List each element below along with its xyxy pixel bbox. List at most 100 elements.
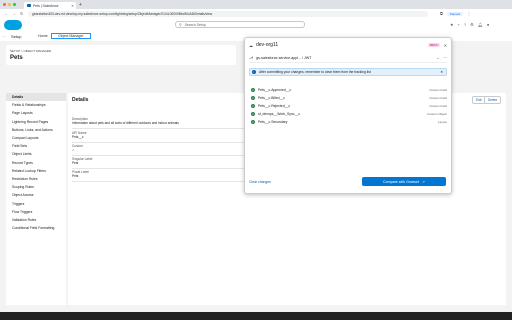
- change-name: Pets__c.Billed__c: [258, 96, 285, 100]
- custom-field: Custom ✓: [72, 144, 83, 152]
- info-icon: i: [252, 70, 256, 74]
- change-type: Custom Field: [429, 88, 447, 92]
- maximize-window-icon[interactable]: [13, 3, 16, 6]
- branch-icon: ⎇: [249, 56, 254, 60]
- sidebar-item[interactable]: Object Limits: [6, 150, 66, 158]
- sidebar-item[interactable]: Record Types: [6, 159, 66, 167]
- star-icon[interactable]: ★: [450, 22, 454, 27]
- sidebar-item[interactable]: Related Lookup Filters: [6, 167, 66, 175]
- app-name: Setup: [11, 34, 22, 39]
- description-value: Information about pets and all sorts of …: [72, 121, 179, 125]
- sidebar-item[interactable]: Validation Rules: [6, 216, 66, 224]
- salesforce-favicon-icon: [27, 4, 31, 7]
- more-icon[interactable]: ⋯: [443, 56, 447, 60]
- forward-icon[interactable]: →: [12, 11, 16, 16]
- reload-icon[interactable]: ↻: [20, 11, 23, 16]
- change-name: sf_devops__Work_Sync__c: [258, 112, 300, 116]
- tracked-check-icon: ✓: [251, 120, 255, 124]
- section-title: Details: [72, 97, 89, 103]
- extension-popup: ☁ dev-org11 BETA ✕ ⎇ gs-salesforce-servi…: [244, 37, 452, 194]
- org-cloud-icon: ☁: [249, 42, 253, 48]
- change-row[interactable]: ✓ sf_devops__Work_Sync__c Custom Object: [249, 110, 447, 118]
- branch-selector[interactable]: ⎇ gs-salesforce-service-appl... / JWT ⌄ …: [249, 54, 447, 63]
- sidebar-item[interactable]: Details: [6, 93, 66, 102]
- singular-value: Pets: [72, 161, 79, 165]
- description-field: Description Information about pets and a…: [72, 117, 179, 125]
- browser-tab[interactable]: Pets | Salesforce ✕: [24, 2, 76, 9]
- sidebar-item[interactable]: Fields & Relationships: [6, 101, 66, 109]
- app-launcher-icon[interactable]: ⋯: [2, 34, 6, 39]
- info-banner: i After committing your changes, remembe…: [249, 68, 447, 76]
- sidebar-item[interactable]: Page Layouts: [6, 109, 66, 117]
- change-name: Pets__c.Rejected__c: [258, 104, 291, 108]
- setup-search-input[interactable]: ⚲ Search Setup: [175, 21, 305, 28]
- tab-title: Pets | Salesforce: [33, 3, 59, 8]
- avatar[interactable]: ●: [487, 22, 489, 27]
- close-window-icon[interactable]: [3, 3, 6, 6]
- help-icon[interactable]: ?: [464, 22, 466, 27]
- profile-button[interactable]: Paused: [446, 11, 464, 16]
- sidebar-item[interactable]: Lightning Record Pages: [6, 118, 66, 126]
- change-row[interactable]: ✓ Pets__c.Billed__c Custom Field: [249, 94, 447, 102]
- plural-label-field: Plural Label Pets: [72, 170, 89, 178]
- page-header: SETUP > OBJECT MANAGER Pets: [6, 45, 236, 65]
- salesforce-logo[interactable]: [4, 20, 22, 30]
- object-sidebar: Details Fields & Relationships Page Layout…: [6, 93, 66, 305]
- compare-button[interactable]: Compare with Gearset ↗: [362, 177, 446, 186]
- sidebar-item[interactable]: Flow Triggers: [6, 208, 66, 216]
- sidebar-item[interactable]: Field Sets: [6, 142, 66, 150]
- sidebar-item[interactable]: Restriction Rules: [6, 175, 66, 183]
- changes-list: ✓ Pets__c.Approved__c Custom Field ✓ Pets__c…: [249, 86, 447, 126]
- singular-label-field: Singular Label Pets: [72, 157, 92, 165]
- org-name: dev-org11: [256, 42, 279, 48]
- add-icon[interactable]: +: [458, 22, 460, 27]
- sidebar-item[interactable]: Buttons, Links, and Actions: [6, 126, 66, 134]
- taskbar: [0, 312, 512, 320]
- branch-name: gs-salesforce-service-appl... / JWT: [256, 56, 312, 60]
- change-row[interactable]: ✓ Pets__c.Secondary Layout: [249, 118, 447, 126]
- dismiss-banner-icon[interactable]: ✕: [440, 70, 443, 74]
- api-name-field: API Name Pets__c: [72, 131, 87, 139]
- window-controls[interactable]: [3, 3, 16, 6]
- custom-check-icon: ✓: [72, 148, 75, 152]
- external-link-icon: ↗: [421, 179, 425, 184]
- search-icon: ⚲: [179, 22, 182, 27]
- back-icon[interactable]: ←: [4, 11, 8, 16]
- extension-icon[interactable]: ⧉: [440, 11, 443, 16]
- breadcrumb[interactable]: SETUP > OBJECT MANAGER: [10, 49, 51, 53]
- close-popup-icon[interactable]: ✕: [444, 43, 447, 48]
- change-type: Layout: [437, 120, 447, 124]
- sidebar-item[interactable]: Object Access: [6, 191, 66, 199]
- sidebar-item[interactable]: Compact Layouts: [6, 134, 66, 142]
- change-type: Custom Field: [429, 104, 447, 108]
- menu-icon[interactable]: ⋮: [467, 11, 471, 16]
- change-type: Custom Object: [427, 112, 447, 116]
- change-row[interactable]: ✓ Pets__c.Approved__c Custom Field: [249, 86, 447, 94]
- clear-changes-link[interactable]: Clear changes: [249, 180, 271, 184]
- change-name: Pets__c.Approved__c: [258, 88, 292, 92]
- bell-icon[interactable]: 🔔︎: [478, 22, 483, 27]
- api-name-value: Pets__c: [72, 135, 84, 139]
- salesforce-header: ⚲ Search Setup ★ + ? ⚙ 🔔︎ ●: [0, 18, 512, 32]
- sidebar-item[interactable]: Triggers: [6, 199, 66, 207]
- change-row[interactable]: ✓ Pets__c.Rejected__c Custom Field: [249, 102, 447, 110]
- delete-button[interactable]: Delete: [484, 96, 502, 104]
- browser-tabbar: Pets | Salesforce ✕ +: [0, 0, 512, 9]
- minimize-window-icon[interactable]: [8, 3, 11, 6]
- tracked-check-icon: ✓: [251, 88, 255, 92]
- url-text: gearstation403-dev-ed.develop.my.salesfo…: [32, 11, 213, 16]
- sidebar-item[interactable]: Conditional Field Formatting: [6, 224, 66, 232]
- close-tab-icon[interactable]: ✕: [71, 4, 74, 8]
- tab-object-manager[interactable]: Object Manager: [51, 33, 91, 39]
- new-tab-icon[interactable]: +: [79, 2, 82, 8]
- chevron-down-icon: ⌄: [436, 56, 440, 60]
- url-input[interactable]: gearstation403-dev-ed.develop.my.salesfo…: [28, 10, 428, 17]
- search-placeholder: Search Setup: [184, 22, 206, 27]
- sidebar-item[interactable]: Scoping Rules: [6, 183, 66, 191]
- tab-home[interactable]: Home: [38, 34, 48, 38]
- tracked-check-icon: ✓: [251, 104, 255, 108]
- page-title: Pets: [10, 55, 23, 61]
- gear-icon[interactable]: ⚙: [470, 22, 474, 27]
- change-type: Custom Field: [429, 96, 447, 100]
- change-name: Pets__c.Secondary: [258, 120, 288, 124]
